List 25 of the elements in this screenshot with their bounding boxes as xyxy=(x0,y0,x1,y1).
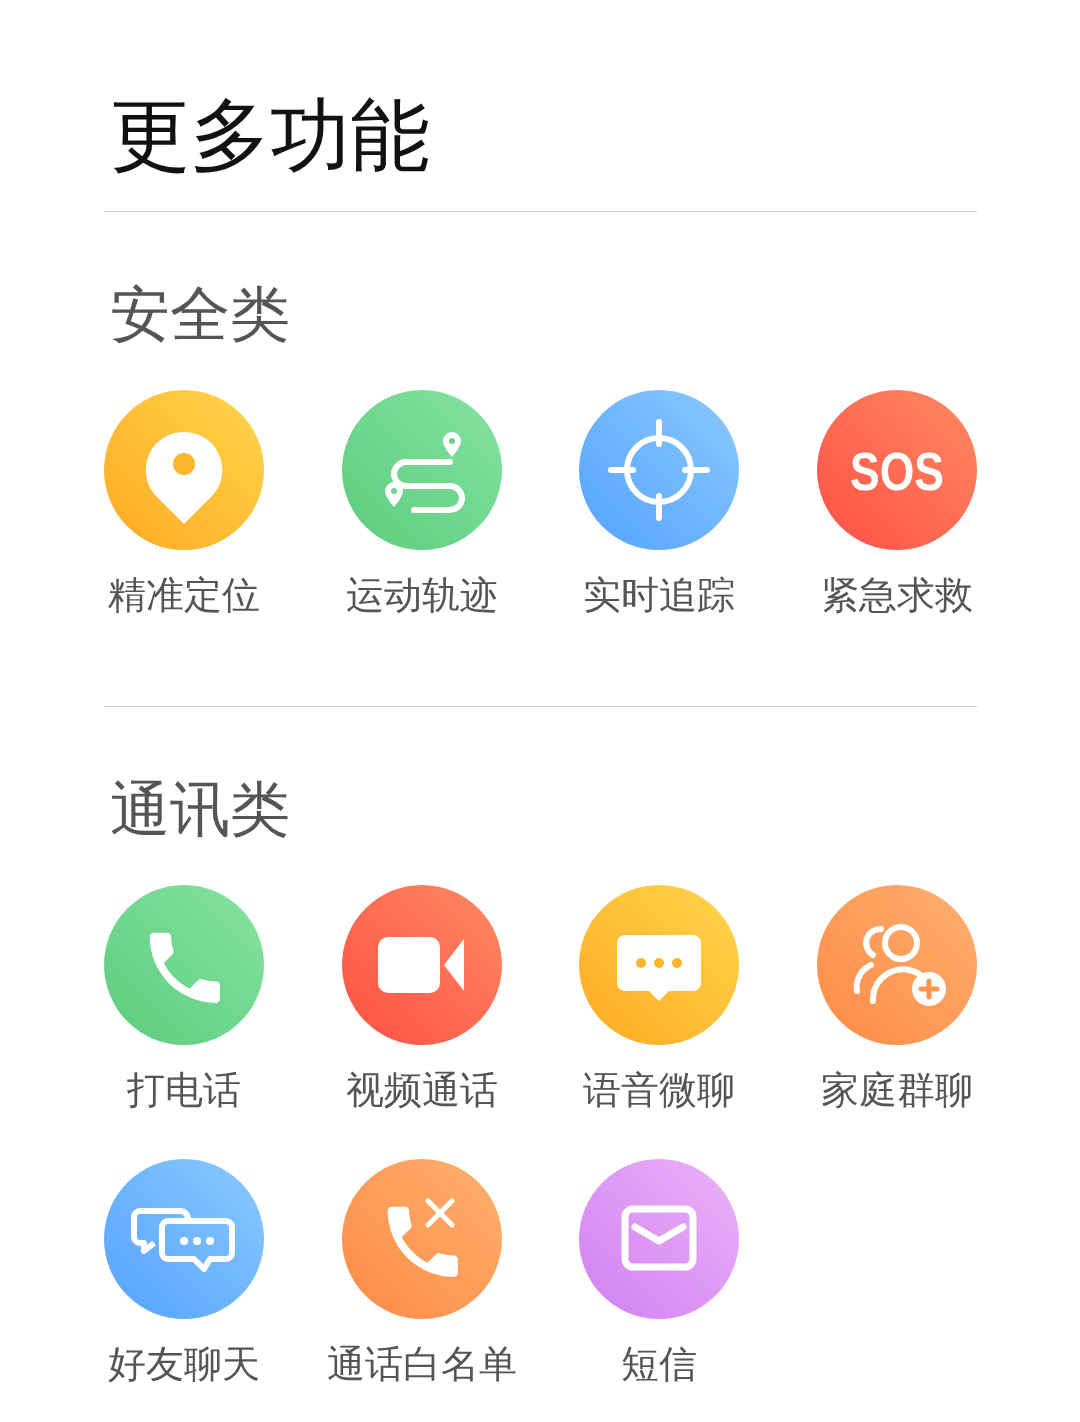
feature-button[interactable]: 语音微聊 xyxy=(579,885,740,1111)
feature-button[interactable]: 好友聊天 xyxy=(104,1159,264,1385)
section-title: 安全类 xyxy=(110,284,291,344)
phone-icon xyxy=(104,885,264,1045)
feature-button[interactable]: 实时追踪 xyxy=(579,390,740,616)
page-title: 更多功能 xyxy=(110,92,431,180)
feature-button[interactable]: 家庭群聊 xyxy=(816,885,977,1111)
feature-button[interactable]: 短信 xyxy=(579,1159,740,1385)
feature-button[interactable]: 运动轨迹 xyxy=(341,390,502,616)
section-title: 通讯类 xyxy=(110,779,291,839)
feature-button[interactable]: 打电话 xyxy=(104,885,264,1111)
location-pin-icon xyxy=(104,390,264,550)
sos-icon: SOS xyxy=(816,390,977,550)
chat-bubble-icon xyxy=(579,885,740,1045)
video-camera-icon xyxy=(341,885,502,1045)
phone-cross-icon xyxy=(341,1159,502,1319)
feature-button[interactable]: SOS 紧急求救 xyxy=(816,390,977,616)
feature-button[interactable]: 通话白名单 xyxy=(326,1159,517,1385)
route-icon xyxy=(341,390,502,550)
group-add-icon xyxy=(816,885,977,1045)
crosshair-icon xyxy=(579,390,740,550)
envelope-icon xyxy=(579,1159,740,1319)
chat-bubbles-icon xyxy=(104,1159,264,1319)
feature-button[interactable]: 视频通话 xyxy=(341,885,502,1111)
feature-button[interactable]: 精准定位 xyxy=(104,390,264,616)
